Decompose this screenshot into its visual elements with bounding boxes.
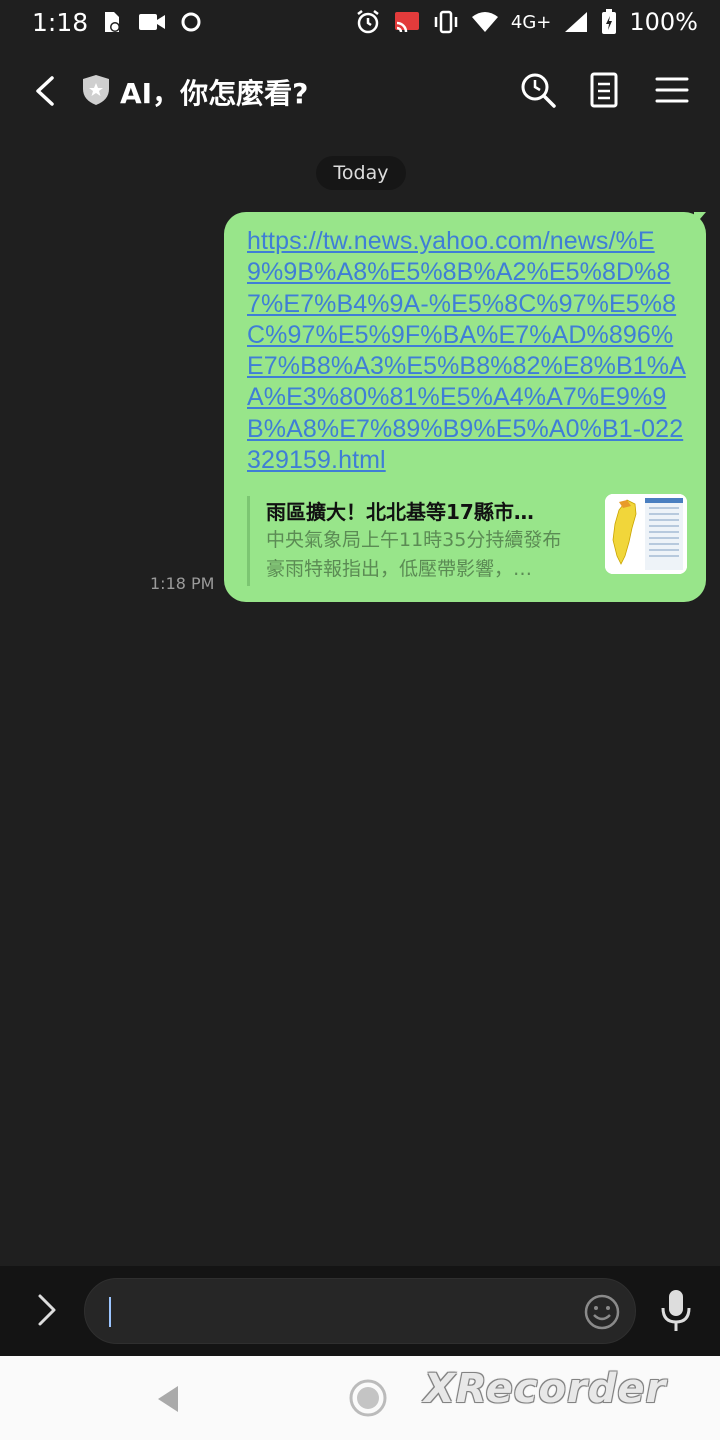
link-preview-card[interactable]: 雨區擴大！北北基等17縣市… 中央氣象局上午11時35分持續發布豪雨特報指出，低… [247, 494, 687, 586]
chat-area[interactable]: Today 1:18 PM https://tw.news.yahoo.com/… [0, 136, 720, 1266]
official-shield-icon [83, 75, 109, 105]
system-icons: 4G+ 100% [355, 8, 698, 36]
date-separator: Today [316, 156, 406, 190]
weather-map-image [605, 494, 687, 574]
status-bar: 1:18 4G+ 100% [0, 0, 720, 46]
cast-icon [394, 12, 419, 33]
alarm-icon [357, 10, 379, 34]
signal-icon [565, 12, 588, 32]
message-timestamp: 1:18 PM [150, 574, 215, 593]
message-link[interactable]: https://tw.news.yahoo.com/news/%E9%9B%A8… [247, 226, 686, 476]
recorder-watermark: XRecorder [424, 1366, 667, 1412]
video-camera-icon [139, 14, 165, 30]
preview-thumbnail [605, 494, 687, 574]
battery-charging-icon [602, 9, 617, 34]
preview-description: 中央氣象局上午11時35分持續發布豪雨特報指出，低壓帶影響，… [266, 529, 562, 580]
notes-icon[interactable] [584, 70, 624, 110]
emoji-icon[interactable] [583, 1293, 621, 1331]
phone-app-icon [105, 12, 120, 32]
search-icon[interactable] [518, 70, 558, 110]
chat-title: AI，你怎麼看? [120, 77, 309, 110]
vibrate-icon [434, 10, 458, 34]
menu-icon[interactable] [652, 70, 692, 110]
microphone-icon[interactable] [656, 1286, 696, 1336]
status-time: 1:18 [32, 8, 89, 37]
network-type: 4G+ [510, 11, 552, 33]
message-input[interactable] [107, 1293, 567, 1331]
notification-icons [100, 10, 202, 34]
wifi-icon [471, 12, 498, 32]
record-circle-icon [181, 12, 201, 32]
chat-header: AI，你怎麼看? [0, 46, 720, 136]
nav-back-icon[interactable] [152, 1382, 186, 1416]
message-input-container[interactable] [84, 1278, 636, 1344]
message-input-bar [0, 1266, 720, 1356]
battery-level: 100% [629, 8, 698, 36]
message-bubble[interactable]: https://tw.news.yahoo.com/news/%E9%9B%A8… [224, 212, 706, 602]
nav-home-icon[interactable] [348, 1378, 388, 1418]
preview-title: 雨區擴大！北北基等17縣市… [266, 500, 534, 524]
system-navigation-bar: XRecorder [0, 1356, 720, 1440]
back-arrow-icon[interactable] [26, 68, 66, 114]
expand-arrow-icon[interactable] [30, 1290, 64, 1330]
